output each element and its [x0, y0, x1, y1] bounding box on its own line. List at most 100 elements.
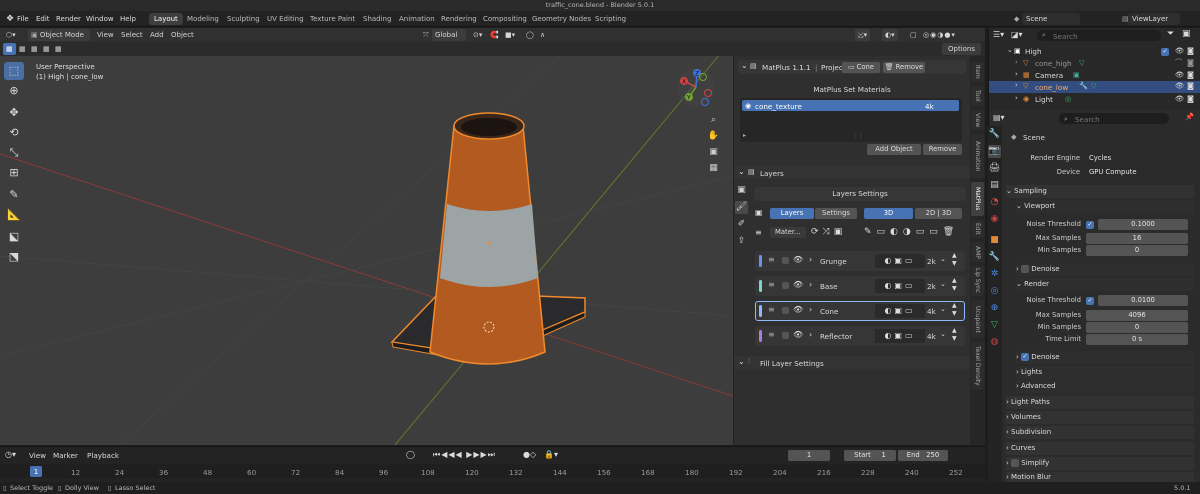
xray-icon[interactable]: ▢	[907, 29, 920, 41]
select-mode-intersect-icon[interactable]: ▦	[52, 43, 65, 55]
playhead[interactable]: 1	[30, 466, 42, 477]
mode-2d3d-button[interactable]: 2D | 3D	[915, 208, 962, 219]
layer-channel-icons[interactable]: ◐▣▭	[875, 329, 925, 343]
chevron-down-icon[interactable]: ⌄	[940, 330, 946, 338]
layer-row-reflector[interactable]: ≡ 👁 › Reflector ◐▣▭ 4k ⌄ ▲ ▼	[755, 326, 965, 346]
header-add[interactable]: Add	[147, 29, 167, 41]
render-noise-checkbox[interactable]: ✓	[1086, 296, 1094, 305]
eye-icon[interactable]: 👁	[1175, 81, 1184, 90]
layer-row-cone[interactable]: ≡ 👁 › Cone ◐▣▭ 4k ⌄ ▲ ▼	[755, 301, 965, 321]
layer-tools-icons[interactable]: ⟳⤨▣	[811, 227, 846, 237]
tab-lip-sync[interactable]: Lip Sync	[971, 266, 984, 296]
scene-selector[interactable]: Scene	[1022, 13, 1080, 25]
render-denoise-header[interactable]: › ✓ Denoise	[1016, 351, 1194, 364]
viewport-noise-checkbox[interactable]: ✓	[1086, 220, 1094, 229]
eye-icon[interactable]: 👁	[1175, 94, 1184, 103]
chevron-right-icon[interactable]: ›	[809, 305, 812, 314]
layer-channel-icons[interactable]: ◐▣▭	[875, 279, 925, 293]
select-mode-new-icon[interactable]: ▦	[3, 43, 16, 55]
tab-texture-paint[interactable]: Texture Paint	[305, 13, 360, 25]
tab-animation[interactable]: Animation	[971, 134, 984, 178]
drag-handle-icon[interactable]: ≡	[768, 255, 775, 264]
tab-scripting[interactable]: Scripting	[590, 13, 631, 25]
chevron-right-icon[interactable]: ›	[1015, 70, 1018, 78]
chevron-right-icon[interactable]: ›	[1015, 94, 1018, 102]
paint-brush-icon[interactable]: 🖌	[735, 201, 748, 214]
viewport-max-samples-field[interactable]: 16	[1086, 233, 1188, 244]
perspective-grid-icon[interactable]: ▦	[707, 162, 720, 175]
pivot-icon[interactable]: ⊙▾	[470, 29, 485, 41]
viewport-min-samples-field[interactable]: 0	[1086, 245, 1188, 256]
outliner-search[interactable]: ⌕ Search	[1037, 30, 1161, 41]
render-max-samples-field[interactable]: 4096	[1086, 310, 1188, 321]
device-dropdown[interactable]: GPU Compute	[1085, 167, 1193, 178]
tool-tab-icon[interactable]: 🔧	[988, 128, 1001, 141]
record-icon[interactable]: ◯	[406, 450, 415, 459]
proportional-edit-icon[interactable]: ◯	[523, 29, 537, 41]
advanced-subsection[interactable]: › Advanced	[1016, 380, 1194, 393]
menu-help[interactable]: Help	[116, 13, 140, 25]
tab-uv-editing[interactable]: UV Editing	[262, 13, 309, 25]
denoise-checkbox[interactable]: ✓	[1021, 353, 1030, 361]
render-tab-icon[interactable]: 📷	[988, 145, 1001, 158]
camera-restrict-icon[interactable]: ◙	[1187, 81, 1194, 90]
reorder-arrows-icon[interactable]: ▲ ▼	[952, 252, 957, 268]
transform-icon[interactable]: ⊞	[4, 164, 24, 182]
scene-tab-icon[interactable]: ◔	[988, 196, 1001, 209]
start-frame-field[interactable]: Start 1	[844, 450, 896, 461]
time-limit-field[interactable]: 0 s	[1086, 334, 1188, 345]
chevron-right-icon[interactable]: ›	[809, 330, 812, 339]
layers-tab[interactable]: Layers	[770, 208, 814, 219]
timeline-playback-menu[interactable]: Playback	[87, 451, 119, 460]
layer-checkbox[interactable]	[782, 282, 789, 289]
chevron-right-icon[interactable]: ›	[1015, 58, 1018, 66]
properties-search[interactable]: ⌕ Search	[1059, 113, 1169, 124]
output-tab-icon[interactable]: 🖨	[988, 162, 1001, 175]
timeline-view-menu[interactable]: View	[29, 451, 46, 460]
list-expand-icon[interactable]: ▸	[743, 132, 746, 139]
rotate-icon[interactable]: ⟲	[4, 124, 24, 142]
tab-geometry-nodes[interactable]: Geometry Nodes	[527, 13, 596, 25]
tab-layout[interactable]: Layout	[149, 13, 183, 25]
snap-target-icon[interactable]: ■▾	[502, 29, 518, 41]
settings-tab[interactable]: Settings	[815, 208, 857, 219]
lights-subsection[interactable]: › Lights	[1016, 366, 1194, 379]
tab-compositing[interactable]: Compositing	[478, 13, 532, 25]
camera-restrict-icon[interactable]: ◙	[1187, 46, 1194, 55]
measure-icon[interactable]: 📐	[4, 206, 24, 224]
fill-layer-settings-header[interactable]: ⌄ ⫶ Fill Layer Settings	[734, 356, 970, 369]
chevron-down-icon[interactable]: ⌄	[940, 305, 946, 313]
drag-handle-icon[interactable]: ≡	[768, 305, 775, 314]
hamburger-icon[interactable]: ≡	[755, 228, 762, 237]
outliner-row-light[interactable]: › ◉ Light ◎ 👁 ◙	[989, 94, 1200, 105]
list-resize-grip-icon[interactable]: ⋮⋮	[852, 133, 864, 140]
select-mode-subtract-icon[interactable]: ▦	[28, 43, 41, 55]
camera-restrict-icon[interactable]: ◙	[1187, 70, 1194, 79]
tab-texel-density[interactable]: Texel Density	[971, 342, 984, 390]
project-remove-button[interactable]: 🗑 Remove	[883, 62, 925, 73]
mode-dropdown[interactable]: ▣ Object Mode ▾	[28, 29, 90, 51]
export-icon[interactable]: ⇪	[735, 235, 748, 248]
layers-panel-header[interactable]: ⌄ ▤ Layers	[734, 166, 970, 179]
layer-resolution[interactable]: 4k	[927, 332, 936, 341]
header-object[interactable]: Object	[168, 29, 197, 41]
extra-tool-icon[interactable]: ⬔	[4, 248, 24, 266]
render-engine-dropdown[interactable]: Cycles	[1085, 153, 1193, 164]
viewlayer-selector[interactable]: ViewLayer	[1128, 13, 1180, 25]
reorder-arrows-icon[interactable]: ▲ ▼	[952, 302, 957, 318]
viewport-noise-field[interactable]: 0.1000	[1098, 219, 1188, 230]
layers-stack-icon[interactable]: ▣	[735, 184, 748, 197]
view-layer-tab-icon[interactable]: ▤	[988, 179, 1001, 192]
menu-edit[interactable]: Edit	[32, 13, 54, 25]
volumes-section[interactable]: › Volumes	[1006, 411, 1194, 424]
eye-icon[interactable]: 👁	[793, 255, 803, 264]
tab-sculpting[interactable]: Sculpting	[222, 13, 265, 25]
add-object-button[interactable]: Add Object	[867, 144, 921, 155]
physics-tab-icon[interactable]: ◎	[988, 285, 1001, 298]
drag-handle-icon[interactable]: ≡	[768, 280, 775, 289]
mode-3d-button[interactable]: 3D	[864, 208, 913, 219]
render-subsection-header[interactable]: ⌄ Render	[1016, 278, 1194, 291]
header-select[interactable]: Select	[118, 29, 146, 41]
menu-render[interactable]: Render	[52, 13, 85, 25]
orientation-dropdown[interactable]: Global	[432, 29, 466, 41]
